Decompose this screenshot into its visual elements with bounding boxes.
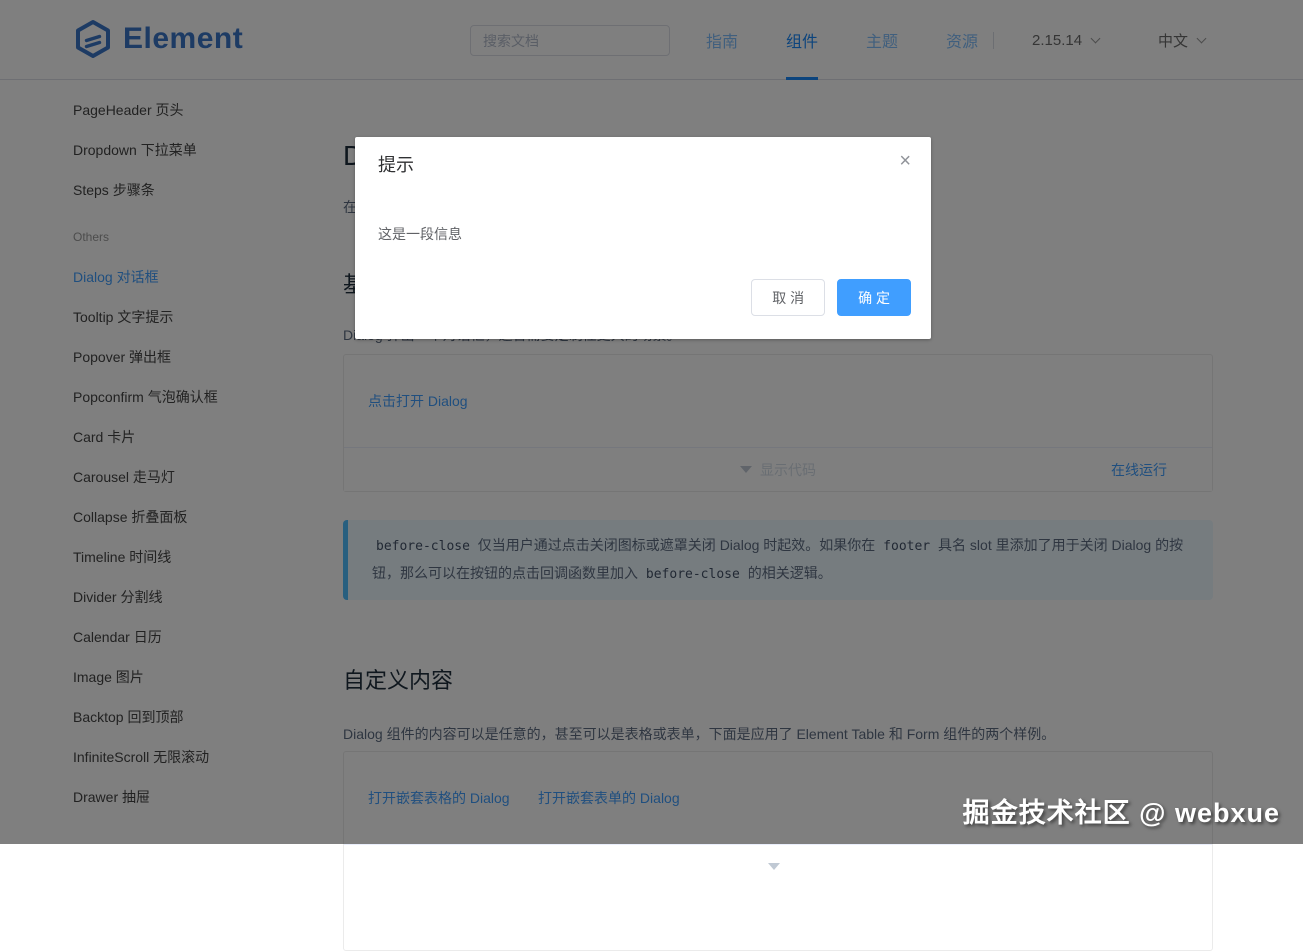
- close-icon[interactable]: ×: [899, 151, 911, 171]
- dialog: 提示 × 这是一段信息 取 消 确 定: [355, 137, 931, 339]
- modal-mask[interactable]: [0, 0, 1303, 844]
- cancel-button[interactable]: 取 消: [751, 279, 825, 316]
- confirm-button[interactable]: 确 定: [837, 279, 911, 316]
- dialog-body-text: 这是一段信息: [378, 222, 462, 246]
- caret-down-icon: [768, 863, 780, 870]
- dialog-footer: 取 消 确 定: [751, 279, 911, 316]
- watermark: 掘金技术社区 @ webxue: [963, 791, 1280, 830]
- page: Element 指南 组件 主题 资源 2.15.14 中文 PageHeade…: [0, 0, 1303, 844]
- dialog-title: 提示: [378, 153, 414, 177]
- show-code-bar-custom[interactable]: [344, 844, 1212, 888]
